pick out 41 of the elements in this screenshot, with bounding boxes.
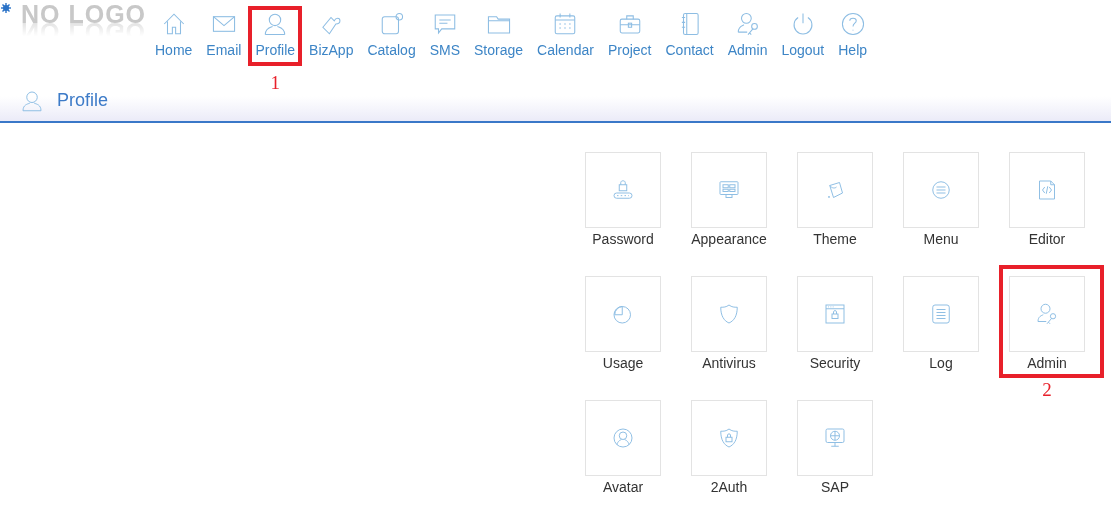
nav-item[interactable]: Profile	[248, 6, 303, 66]
nav-item[interactable]: Storage	[467, 6, 531, 66]
nav-item[interactable]: Calendar	[530, 6, 601, 66]
settings-tile[interactable]: Admin	[999, 265, 1104, 378]
nav-item[interactable]: Email	[199, 6, 249, 66]
settings-tile[interactable]: Usage	[575, 265, 680, 378]
nav-item[interactable]: BizApp	[302, 6, 361, 66]
shield-lock-icon	[717, 426, 741, 450]
callout-number: 2	[1042, 380, 1052, 400]
nav-item[interactable]: Help	[831, 6, 875, 66]
nav-item[interactable]: Logout	[774, 6, 832, 66]
nav-item[interactable]: Project	[600, 6, 659, 66]
shield-icon	[717, 302, 741, 326]
settings-tile[interactable]: Theme	[787, 141, 892, 254]
nav-item[interactable]: Contact	[658, 6, 721, 66]
document-icon	[929, 302, 953, 326]
settings-tile[interactable]: Appearance	[681, 141, 786, 254]
nav-item[interactable]: SMS	[422, 6, 468, 66]
person-icon	[20, 88, 44, 113]
nav-item[interactable]: Admin	[720, 6, 775, 66]
globe-monitor-icon	[823, 426, 847, 450]
help-icon	[839, 11, 866, 37]
page-title: Profile	[57, 90, 109, 111]
settings-tile[interactable]: Log	[893, 265, 998, 378]
lock-icon	[611, 178, 635, 202]
avatar-icon	[611, 426, 635, 450]
callout-number: 1	[270, 73, 280, 93]
settings-tile[interactable]: Avatar	[575, 389, 680, 502]
menu-icon	[929, 178, 953, 202]
settings-tile[interactable]: Menu	[893, 141, 998, 254]
nav-item[interactable]: Home	[148, 6, 200, 66]
person-key-icon	[1035, 302, 1059, 326]
settings-tile[interactable]: Security	[787, 265, 892, 378]
settings-tile[interactable]: SAP	[787, 389, 892, 502]
settings-tile[interactable]: Antivirus	[681, 265, 786, 378]
gear-icon	[1, 3, 11, 13]
nav-item[interactable]: Catalog	[360, 6, 423, 66]
settings-tile[interactable]: Editor	[999, 141, 1104, 254]
settings-tile[interactable]: 2Auth	[681, 389, 786, 502]
settings-tile[interactable]: Password	[575, 141, 680, 254]
browser-lock-icon	[823, 302, 847, 326]
